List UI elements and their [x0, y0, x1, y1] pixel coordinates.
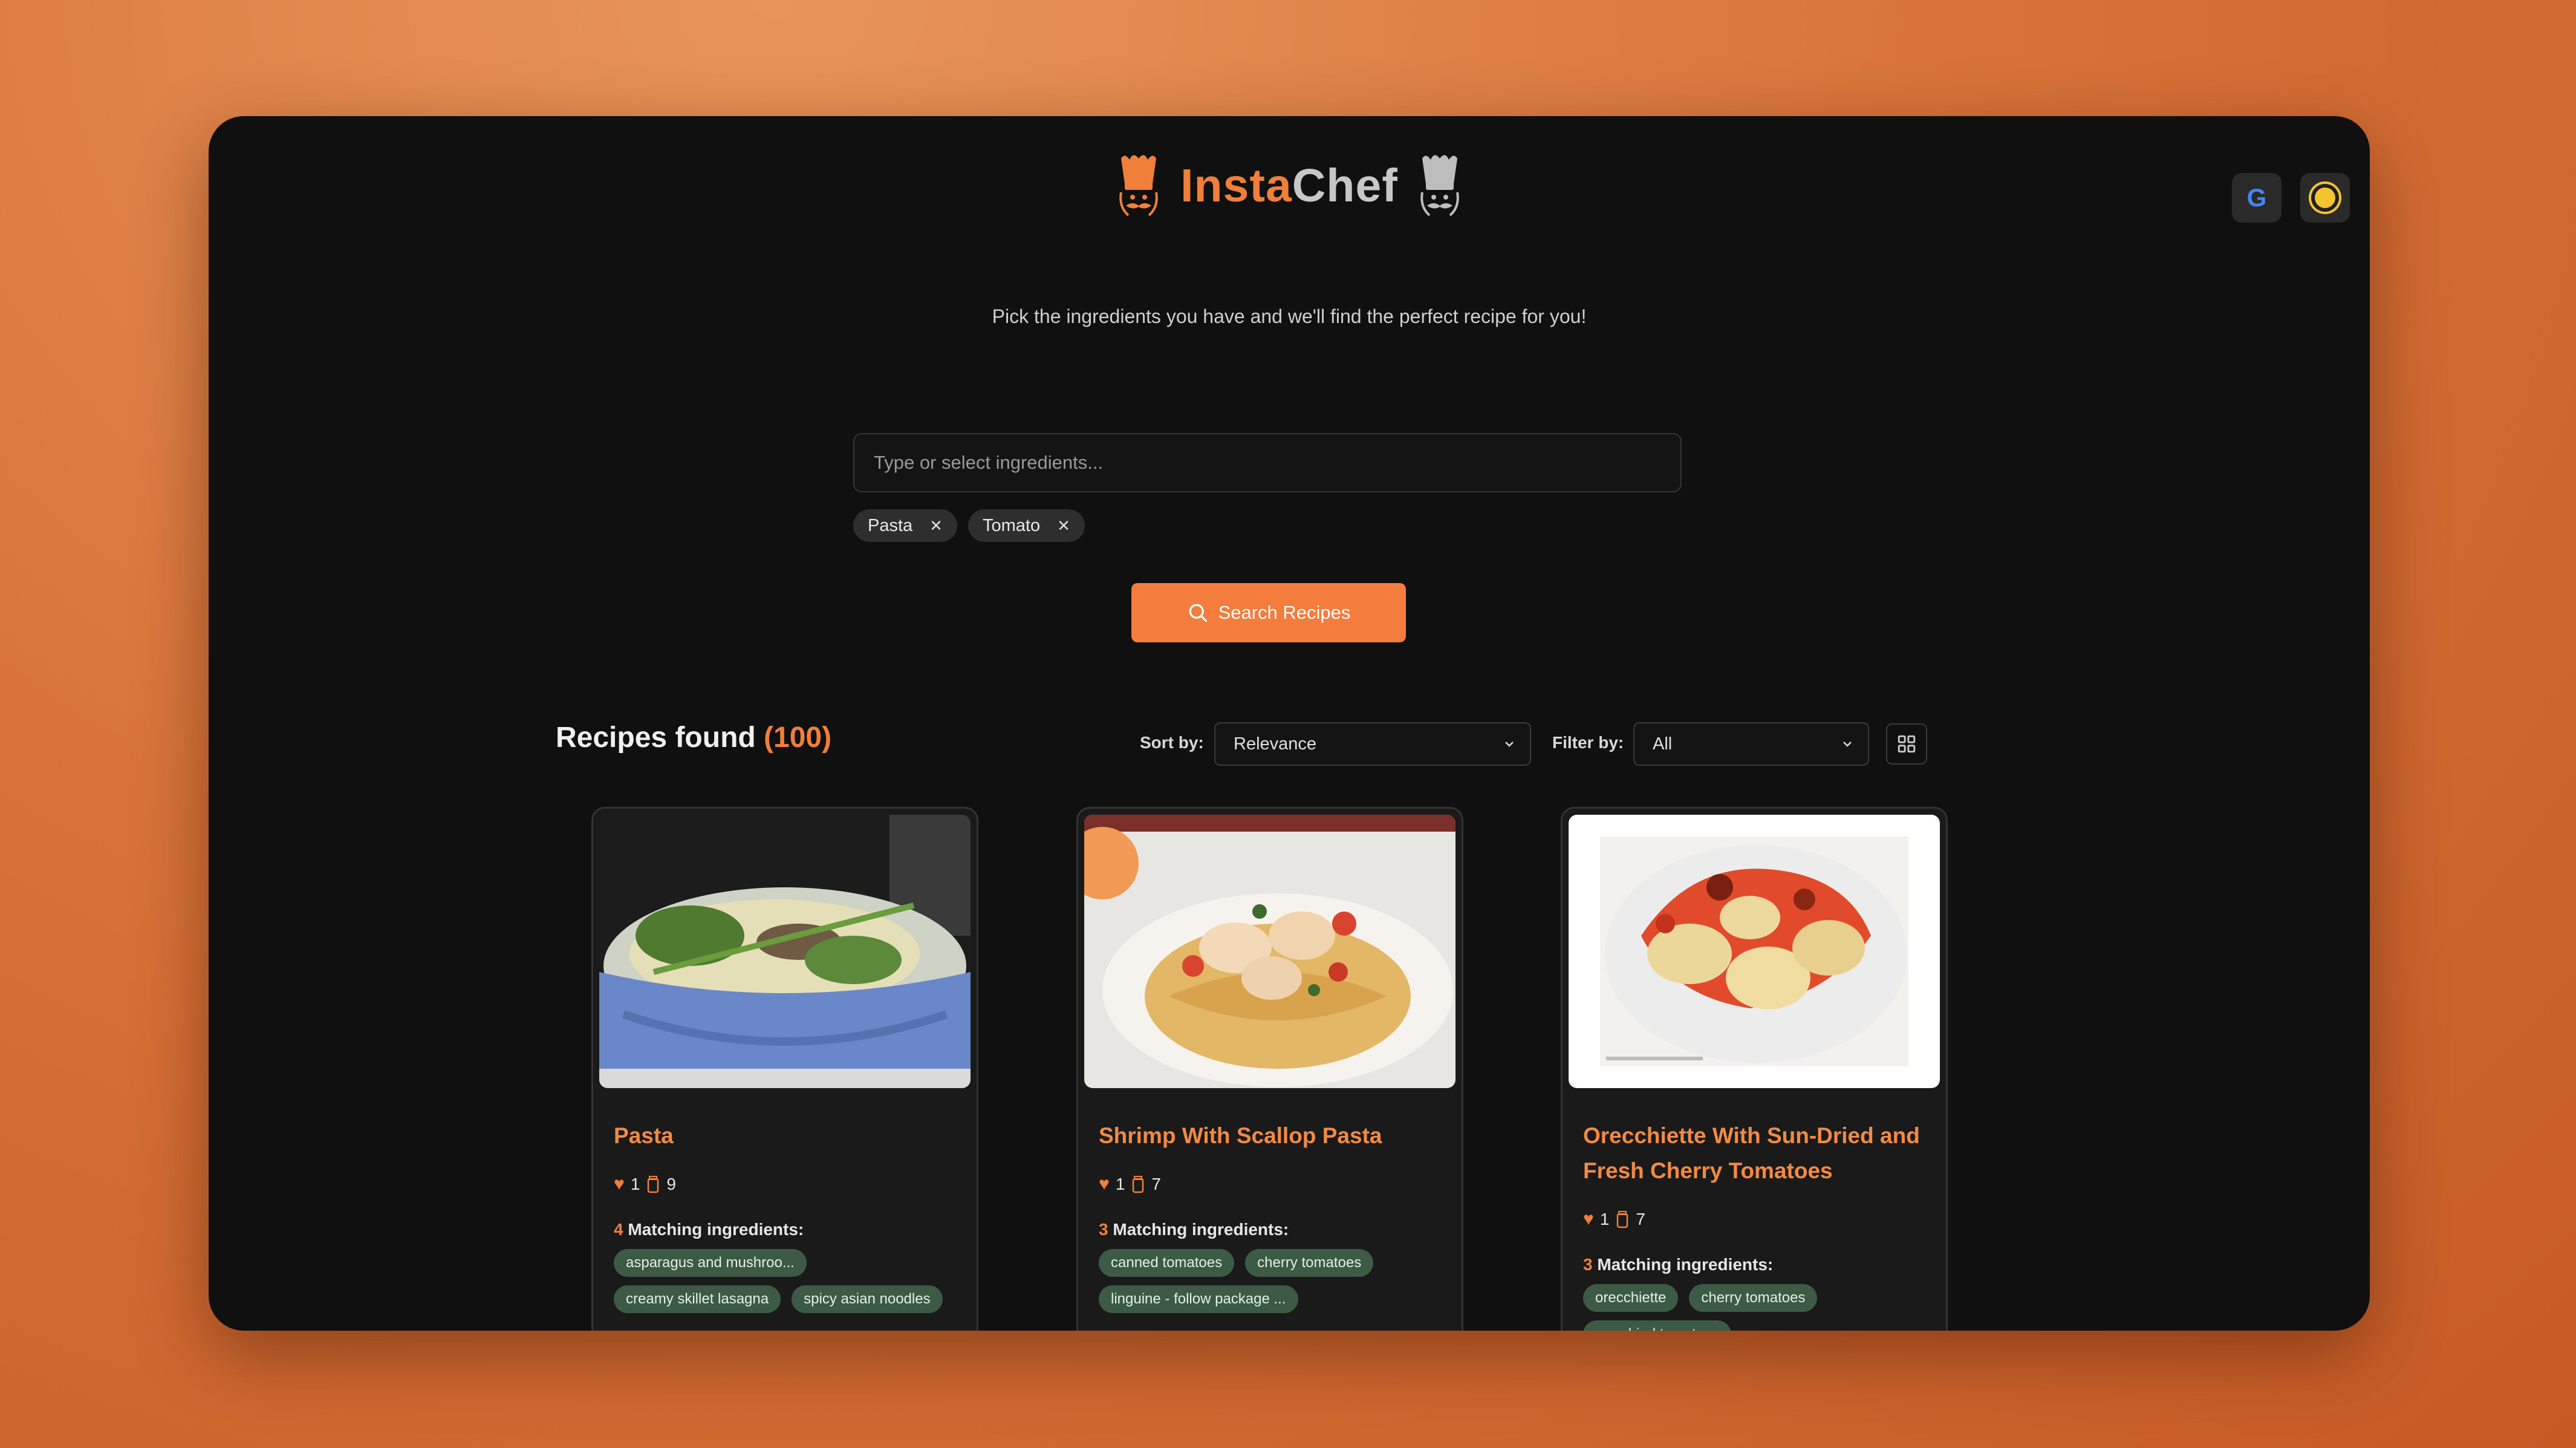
matching-tags: asparagus and mushroo... creamy skillet … [614, 1249, 964, 1313]
chip-label: Tomato [982, 515, 1041, 535]
app-window: InstaChef G Pick the ingredients you hav… [209, 116, 2370, 1331]
ingredients-jar-icon [1133, 1176, 1144, 1193]
ingredients-jar-icon [1617, 1211, 1628, 1228]
match-count: 3 [1099, 1220, 1108, 1239]
ingredients-count: 7 [1636, 1210, 1645, 1228]
sort-select[interactable]: Relevance [1214, 722, 1531, 766]
heart-icon: ♥ [1583, 1209, 1594, 1229]
search-recipes-button[interactable]: Search Recipes [1131, 583, 1406, 642]
ingredient-tag: asparagus and mushroo... [614, 1249, 807, 1277]
ingredient-tag: linguine - follow package ... [1099, 1285, 1298, 1313]
ingredient-search-input[interactable] [853, 433, 1682, 492]
ingredient-tag: creamy skillet lasagna [614, 1285, 781, 1313]
ingredient-tag: orecchiette [1583, 1284, 1679, 1312]
chevron-down-icon [1505, 742, 1514, 747]
recipe-card[interactable]: Shrimp With Scallop Pasta ♥ 1 7 3 Matchi… [1076, 807, 1463, 1331]
match-count: 3 [1583, 1255, 1593, 1274]
likes-count: 1 [630, 1175, 640, 1193]
matching-ingredients-label: 3 Matching ingredients: [1583, 1255, 1773, 1274]
theme-toggle-button[interactable] [2300, 173, 2350, 223]
matching-ingredients-label: 4 Matching ingredients: [614, 1220, 804, 1239]
remove-chip-icon[interactable]: ✕ [1057, 517, 1070, 535]
recipe-title[interactable]: Shrimp With Scallop Pasta [1099, 1118, 1443, 1153]
recipe-image [1084, 815, 1456, 1088]
chef-hat-orange-icon [1119, 155, 1158, 217]
brand-insta: Insta [1180, 159, 1292, 212]
likes-count: 1 [1599, 1210, 1610, 1228]
match-label: Matching ingredients: [1113, 1220, 1289, 1239]
matching-tags: orecchiette cherry tomatoes sun-dried to… [1583, 1284, 1934, 1331]
recipe-title[interactable]: Pasta [614, 1118, 958, 1153]
results-title: Recipes found (100) [556, 721, 831, 754]
ingredients-jar-icon [648, 1176, 659, 1193]
recipe-title[interactable]: Orecchiette With Sun-Dried and Fresh Che… [1583, 1118, 1928, 1189]
heart-icon: ♥ [614, 1174, 625, 1194]
search-button-label: Search Recipes [1218, 602, 1351, 623]
filter-label: Filter by: [1552, 733, 1624, 752]
ingredient-chip: Pasta ✕ [853, 509, 957, 542]
filter-select[interactable]: All [1633, 722, 1869, 766]
ingredient-tag: sun-dried tomatoes [1583, 1320, 1732, 1331]
filter-value: All [1653, 734, 1673, 754]
match-label: Matching ingredients: [628, 1220, 804, 1239]
ingredient-tag: cherry tomatoes [1689, 1284, 1818, 1312]
sort-value: Relevance [1234, 734, 1317, 754]
recipe-stats: ♥ 1 7 [1583, 1209, 1645, 1230]
grid-icon [1898, 735, 1916, 753]
results-title-text: Recipes found [556, 722, 756, 754]
recipe-card[interactable]: Pasta ♥ 1 9 4 Matching ingredients: aspa… [591, 807, 978, 1331]
ingredients-count: 7 [1151, 1175, 1161, 1193]
remove-chip-icon[interactable]: ✕ [929, 517, 943, 535]
ingredient-chip: Tomato ✕ [968, 509, 1085, 542]
heart-icon: ♥ [1099, 1174, 1110, 1194]
likes-count: 1 [1115, 1175, 1125, 1193]
ingredients-count: 9 [666, 1175, 676, 1193]
search-icon [1189, 604, 1207, 622]
selected-ingredients: Pasta ✕ Tomato ✕ [853, 509, 1085, 542]
brand-chef: Chef [1292, 159, 1398, 212]
ingredient-tag: cherry tomatoes [1245, 1249, 1374, 1277]
google-icon: G [2246, 183, 2267, 212]
matching-ingredients-label: 3 Matching ingredients: [1099, 1220, 1289, 1239]
match-label: Matching ingredients: [1597, 1255, 1774, 1274]
recipe-image [599, 815, 971, 1088]
app-header: InstaChef [209, 152, 2370, 222]
match-count: 4 [614, 1220, 623, 1239]
chef-hat-gray-icon [1420, 155, 1459, 217]
google-signin-button[interactable]: G [2232, 173, 2282, 223]
recipe-image [1569, 815, 1940, 1088]
chip-label: Pasta [868, 515, 913, 535]
grid-view-button[interactable] [1886, 723, 1927, 765]
recipe-stats: ♥ 1 9 [614, 1174, 676, 1195]
recipe-stats: ♥ 1 7 [1099, 1174, 1161, 1195]
ingredient-tag: canned tomatoes [1099, 1249, 1235, 1277]
results-count: (100) [764, 722, 832, 754]
matching-tags: canned tomatoes cherry tomatoes linguine… [1099, 1249, 1449, 1313]
sort-label: Sort by: [1140, 733, 1204, 752]
sun-icon [2315, 188, 2335, 208]
tagline: Pick the ingredients you have and we'll … [992, 305, 1587, 327]
ingredient-tag: spicy asian noodles [792, 1285, 943, 1313]
brand-name: InstaChef [1180, 159, 1398, 213]
chevron-down-icon [1843, 742, 1852, 747]
recipe-card[interactable]: Orecchiette With Sun-Dried and Fresh Che… [1561, 807, 1948, 1331]
